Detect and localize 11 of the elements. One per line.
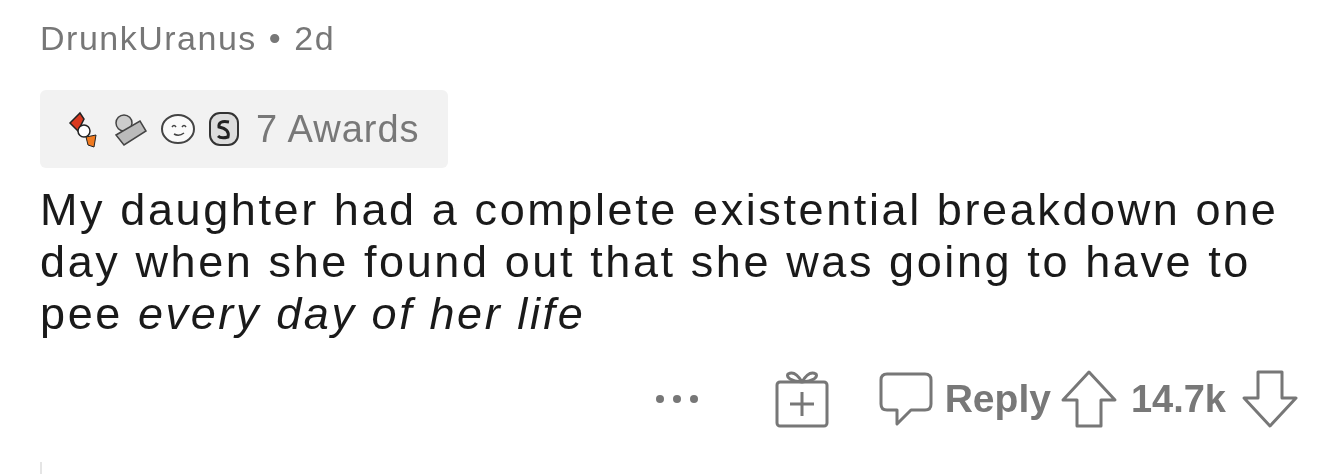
- downvote-icon[interactable]: [1240, 368, 1300, 430]
- comment-age: 2d: [294, 18, 336, 58]
- award-icon: [206, 109, 242, 149]
- vote-score: 14.7k: [1130, 377, 1226, 421]
- more-options-icon[interactable]: [654, 394, 699, 404]
- award-count: 7 Awards: [256, 107, 420, 151]
- username[interactable]: DrunkUranus: [40, 18, 257, 58]
- awards-bar[interactable]: 7 Awards: [40, 90, 448, 168]
- separator-dot: •: [268, 18, 283, 58]
- reply-button[interactable]: Reply: [876, 368, 1051, 430]
- comment-body: My daughter had a complete existential breakdown one day when she found out that she was going to have to pee every day of her life: [40, 184, 1280, 340]
